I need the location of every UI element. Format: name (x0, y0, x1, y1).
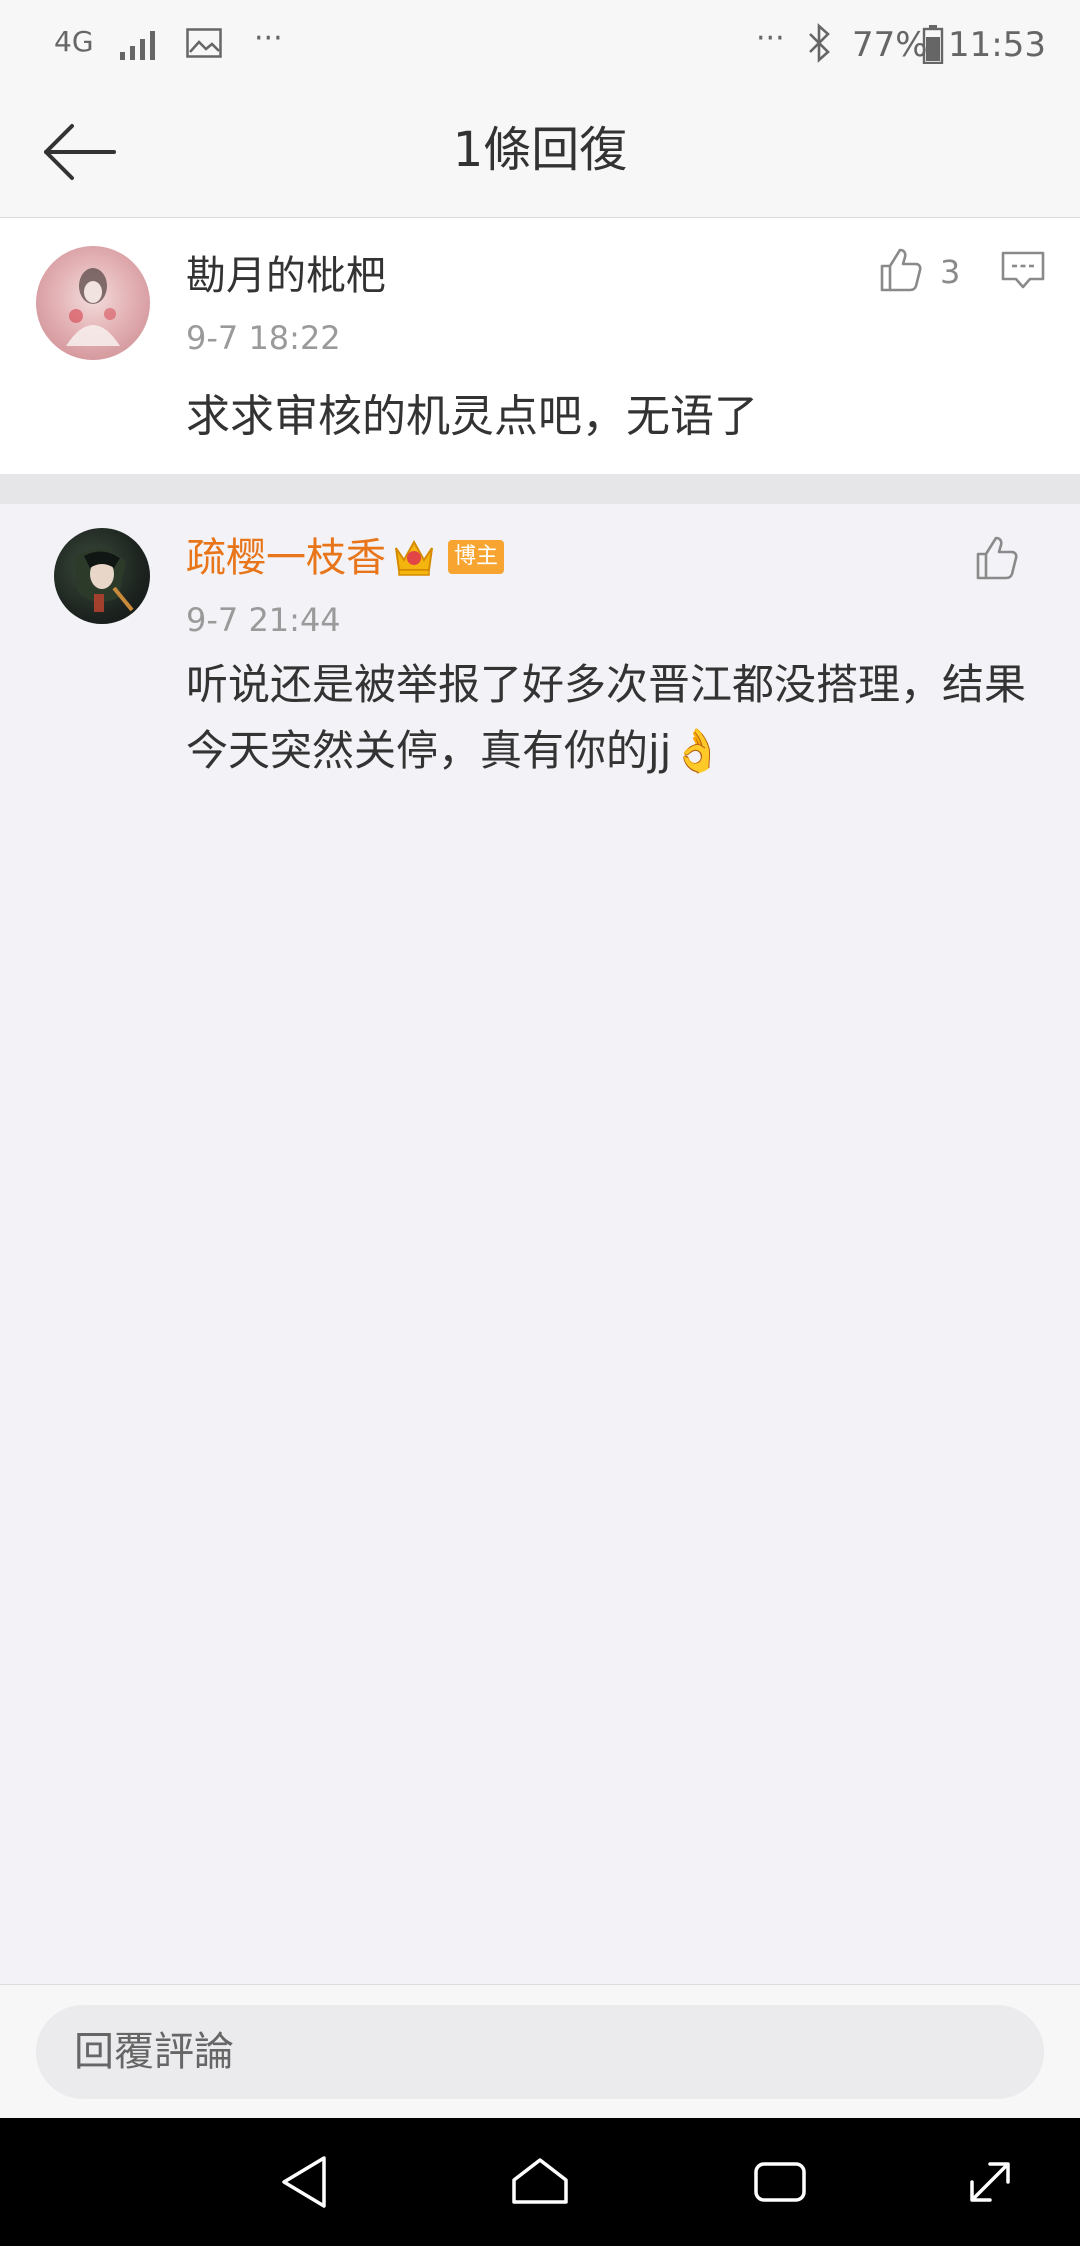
section-divider (0, 474, 1080, 504)
network-indicator: 4G (54, 25, 94, 58)
reply-item: 疏樱一枝香 博主 9-7 21:44 听说还是被举报了好多次晋江都没搭理，结果今… (0, 504, 1080, 824)
comment-text: 求求审核的机灵点吧，无语了 (186, 391, 758, 442)
thumbs-up-icon[interactable] (972, 534, 1020, 582)
reply-author-avatar[interactable] (54, 528, 150, 624)
comment-icon[interactable] (1000, 250, 1046, 290)
status-more: ··· (756, 21, 785, 56)
battery-icon (922, 25, 944, 64)
nav-back-icon[interactable] (274, 2152, 334, 2212)
page-title: 1條回復 (452, 122, 628, 178)
reply-input[interactable] (36, 2005, 1044, 2099)
author-name[interactable]: 勘月的枇杷 (186, 252, 386, 300)
nav-recents-icon[interactable] (750, 2152, 810, 2212)
header-bar: 1條回復 (0, 90, 1080, 218)
blogger-badge: 博主 (448, 540, 505, 575)
image-icon (186, 28, 222, 58)
bluetooth-icon (809, 23, 830, 63)
clock: 11:53 (948, 25, 1046, 65)
reply-bar (0, 1984, 1080, 2118)
reply-text: 听说还是被举报了好多次晋江都没搭理，结果今天突然关停，真有你的jj👌 (186, 660, 1027, 775)
nav-home-icon[interactable] (510, 2152, 570, 2212)
crown-icon (395, 539, 433, 576)
battery-percent: 77% (852, 25, 928, 65)
reply-time: 9-7 21:44 (186, 601, 341, 639)
status-bar: 4G ··· ··· 77% 11:53 (0, 0, 1080, 90)
reply-author-name[interactable]: 疏樱一枝香 (186, 534, 386, 582)
thumbs-up-icon[interactable] (876, 246, 924, 294)
system-nav-bar (0, 2118, 1080, 2246)
main-comment-card: 勘月的枇杷 9-7 18:22 3 求求审核的机灵点吧，无语了 (0, 218, 1080, 474)
signal-icon (120, 31, 155, 60)
comment-time: 9-7 18:22 (186, 319, 341, 357)
author-avatar[interactable] (36, 246, 150, 360)
notification-more: ··· (254, 21, 283, 56)
nav-expand-icon[interactable] (960, 2152, 1020, 2212)
like-count: 3 (940, 253, 961, 291)
